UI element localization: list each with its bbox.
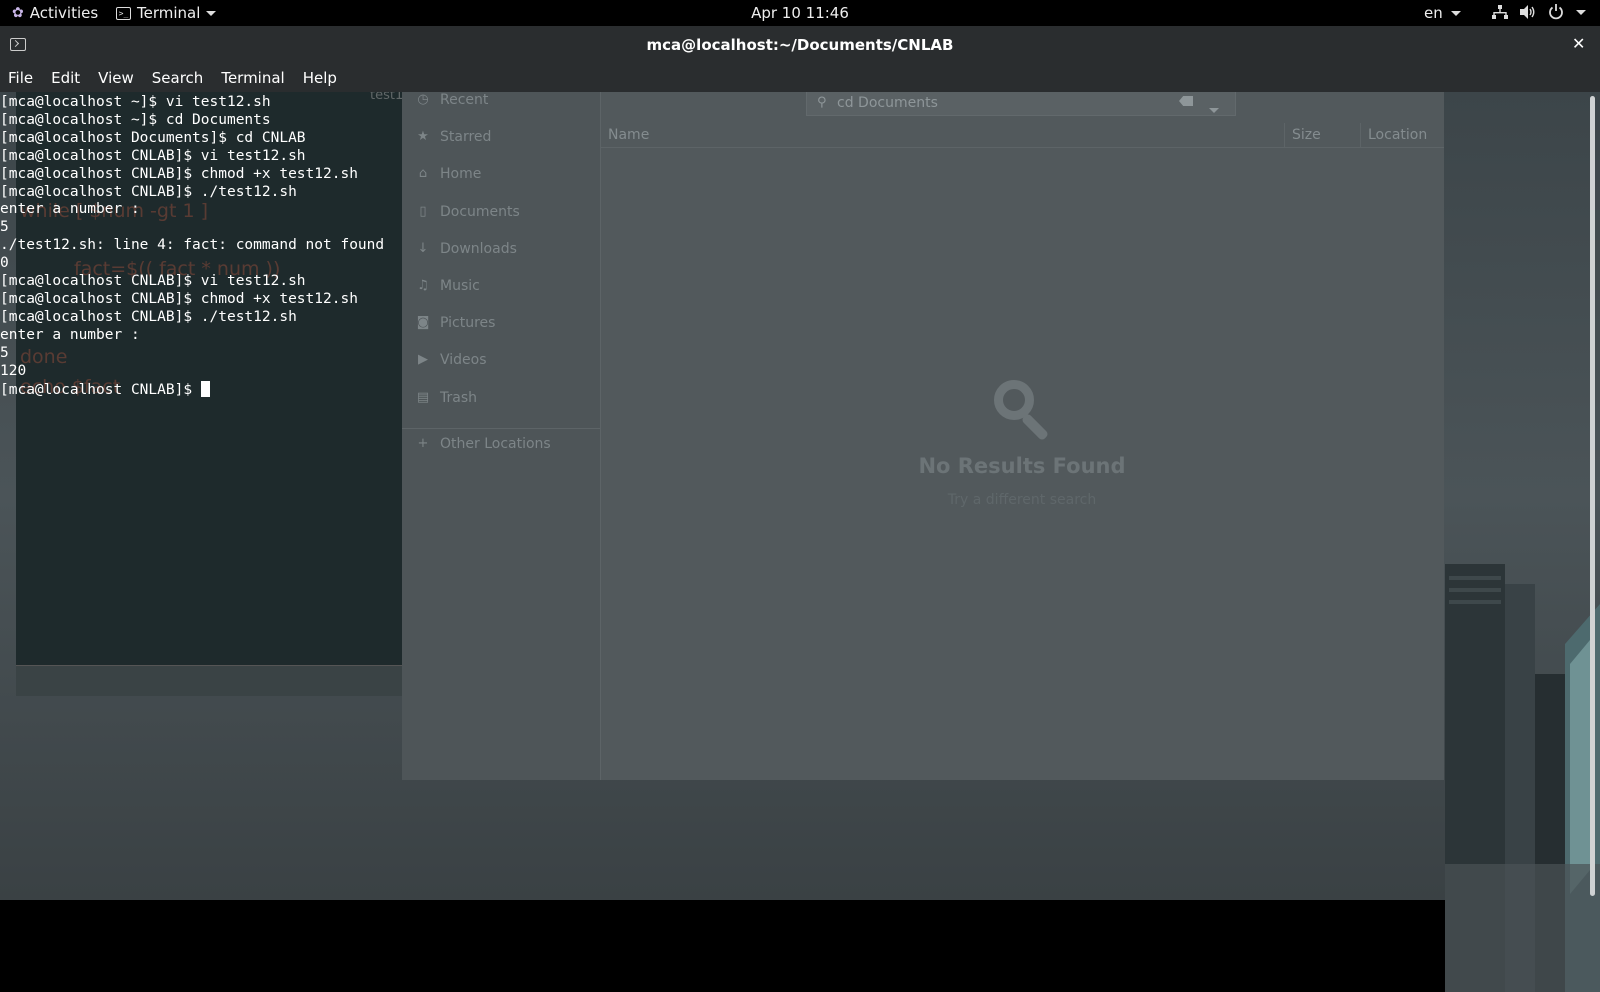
empty-state-subtitle: Try a different search [947, 492, 1097, 508]
language-label: en [1424, 4, 1443, 22]
window-titlebar[interactable]: mca@localhost:~/Documents/CNLAB ✕ [0, 26, 1600, 64]
gnome-foot-icon: ✿ [12, 5, 24, 21]
menu-file[interactable]: File [8, 69, 33, 87]
terminal-line: [mca@localhost CNLAB]$ chmod +x test12.s… [0, 290, 358, 307]
column-header: Name Size Location [600, 123, 1444, 148]
menu-help[interactable]: Help [303, 69, 337, 87]
sidebar-item-label: Pictures [440, 315, 496, 331]
terminal-line: 5 [0, 344, 9, 361]
terminal-output[interactable]: [mca@localhost ~]$ vi test12.sh [mca@loca… [0, 92, 402, 404]
trash-icon: ▤ [416, 390, 430, 405]
top-panel: ✿ Activities >_ Terminal Apr 10 11:46 en [0, 0, 1600, 26]
sidebar-item-home[interactable]: ⌂ Home [416, 166, 481, 182]
sidebar-item-recent[interactable]: ◷ Recent [416, 92, 488, 108]
sidebar-item-label: Music [440, 278, 480, 294]
terminal-line: enter a number : [0, 201, 140, 218]
terminal-line: [mca@localhost CNLAB]$ ./test12.sh [0, 308, 297, 325]
terminal-line: ./test12.sh: line 4: fact: command not f… [0, 237, 385, 254]
sidebar-item-label: Documents [440, 204, 520, 220]
sidebar-item-label: Starred [440, 129, 492, 145]
clock-icon: ◷ [417, 92, 429, 107]
sidebar-divider [402, 428, 600, 429]
files-window: ◷ Recent ★ Starred ⌂ Home ▯ Documents ↓ … [402, 92, 1444, 780]
download-icon: ↓ [417, 241, 429, 256]
terminal-line: [mca@localhost CNLAB]$ vi test12.sh [0, 147, 306, 164]
text-cursor [200, 380, 210, 397]
chevron-down-icon [1209, 108, 1219, 113]
sidebar-item-label: Home [440, 166, 482, 182]
power-icon [1549, 4, 1563, 20]
sidebar-item-label: Recent [440, 92, 489, 108]
sidebar-item-videos[interactable]: ▶ Videos [416, 352, 487, 368]
search-options-dropdown[interactable] [1209, 101, 1219, 117]
sidebar-item-starred[interactable]: ★ Starred [416, 129, 491, 145]
column-divider [1284, 123, 1285, 147]
chevron-down-icon [206, 10, 217, 16]
terminal-prompt: [mca@localhost CNLAB]$ [0, 381, 201, 398]
sidebar-item-label: Videos [440, 352, 487, 368]
app-menu[interactable]: >_ Terminal [116, 4, 217, 22]
terminal-line: [mca@localhost CNLAB]$ chmod +x test12.s… [0, 165, 358, 182]
home-icon: ⌂ [418, 166, 428, 181]
search-icon: ⚲ [817, 95, 827, 110]
music-icon: ♫ [417, 278, 429, 293]
search-input[interactable]: ⚲ cd Documents [806, 92, 1236, 116]
terminal-line: enter a number : [0, 326, 140, 343]
scrollbar[interactable] [1590, 96, 1595, 896]
plus-icon: + [417, 436, 429, 451]
terminal-line: 120 [0, 362, 27, 379]
search-icon [992, 378, 1052, 442]
activities-button[interactable]: ✿ Activities [12, 4, 98, 22]
terminal-line: [mca@localhost CNLAB]$ ./test12.sh [0, 183, 297, 200]
editor-statusbar [16, 665, 402, 696]
search-text: cd Documents [837, 95, 938, 111]
star-icon: ★ [417, 129, 429, 144]
menu-edit[interactable]: Edit [51, 69, 80, 87]
terminal-line: [mca@localhost ~]$ vi test12.sh [0, 94, 271, 110]
files-sidebar: ◷ Recent ★ Starred ⌂ Home ▯ Documents ↓ … [402, 92, 601, 780]
terminal-line: [mca@localhost Documents]$ cd CNLAB [0, 129, 306, 146]
clock[interactable]: Apr 10 11:46 [751, 4, 849, 22]
camera-icon: ◙ [416, 315, 430, 330]
close-icon[interactable]: ✕ [1572, 34, 1585, 53]
chevron-down-icon [1576, 9, 1586, 15]
activities-label: Activities [29, 4, 99, 22]
menu-terminal[interactable]: Terminal [221, 69, 284, 87]
column-size[interactable]: Size [1292, 127, 1321, 143]
empty-state-title: No Results Found [918, 454, 1126, 478]
column-divider [1360, 123, 1361, 147]
video-icon: ▶ [418, 352, 428, 367]
sidebar-item-documents[interactable]: ▯ Documents [416, 204, 520, 220]
menu-search[interactable]: Search [152, 69, 204, 87]
terminal-icon: >_ [116, 6, 131, 20]
terminal-line: 5 [0, 219, 9, 236]
column-name[interactable]: Name [608, 127, 649, 143]
clear-search-icon[interactable] [1179, 96, 1193, 106]
window-title: mca@localhost:~/Documents/CNLAB [646, 36, 954, 54]
city-wallpaper [1445, 564, 1600, 992]
menu-view[interactable]: View [98, 69, 134, 87]
empty-state: No Results Found Try a different search [600, 378, 1444, 508]
menu-bar: File Edit View Search Terminal Help [0, 64, 1600, 92]
chevron-down-icon [1450, 10, 1461, 16]
column-location[interactable]: Location [1368, 127, 1427, 143]
sidebar-item-other-locations[interactable]: + Other Locations [416, 436, 551, 452]
sidebar-item-music[interactable]: ♫ Music [416, 278, 480, 294]
system-menu[interactable] [1492, 4, 1586, 20]
language-selector[interactable]: en [1424, 4, 1461, 22]
app-menu-label: Terminal [137, 4, 201, 22]
sidebar-item-label: Trash [440, 390, 477, 406]
terminal-line: [mca@localhost ~]$ cd Documents [0, 111, 271, 128]
sidebar-item-downloads[interactable]: ↓ Downloads [416, 241, 517, 257]
sidebar-item-label: Other Locations [440, 436, 551, 452]
volume-icon [1520, 5, 1535, 19]
terminal-line: [mca@localhost CNLAB]$ vi test12.sh [0, 273, 306, 290]
terminal-line: 0 [0, 255, 9, 272]
network-icon [1492, 5, 1508, 19]
sidebar-item-label: Downloads [440, 241, 517, 257]
sidebar-item-trash[interactable]: ▤ Trash [416, 390, 477, 406]
document-icon: ▯ [419, 204, 427, 219]
sidebar-item-pictures[interactable]: ◙ Pictures [416, 315, 496, 331]
